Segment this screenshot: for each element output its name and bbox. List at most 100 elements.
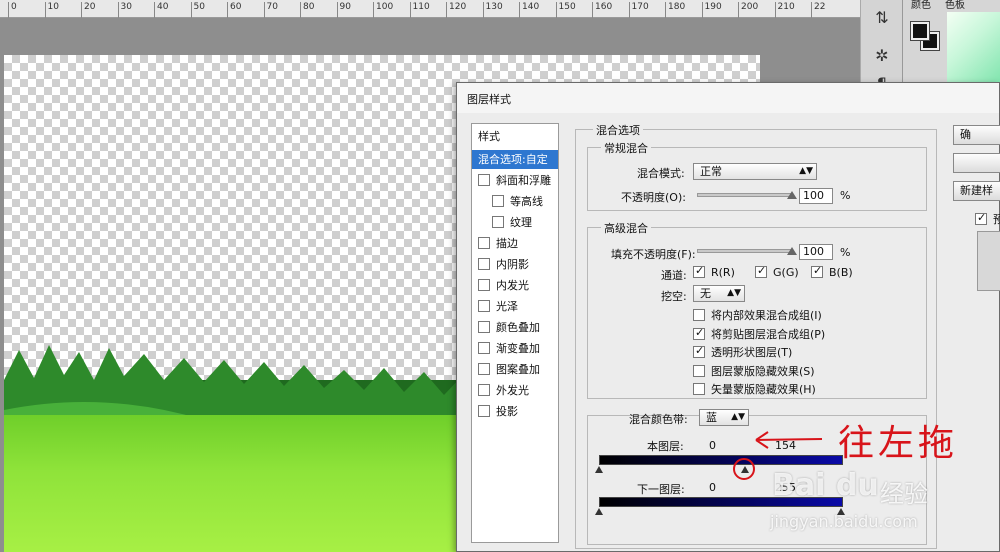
this-layer-label: 本图层:	[647, 440, 684, 453]
underlying-layer-label: 下一图层:	[637, 483, 685, 496]
chevron-down-icon: ▲▼	[731, 412, 745, 422]
knockout-label: 挖空:	[661, 290, 687, 303]
preview-checkbox[interactable]: 预	[975, 211, 1000, 227]
style-item-label: 图案叠加	[496, 363, 540, 376]
color-spectrum[interactable]	[947, 12, 1000, 90]
style-item-label: 光泽	[496, 300, 518, 313]
style-item[interactable]: 纹理	[472, 213, 558, 232]
channels-label: 通道:	[661, 269, 687, 282]
style-item-label: 渐变叠加	[496, 342, 540, 355]
this-layer-min-value: 0	[709, 439, 716, 452]
style-item-checkbox[interactable]	[478, 363, 490, 375]
style-item[interactable]: 渐变叠加	[472, 339, 558, 358]
foreground-color-swatch[interactable]	[910, 21, 930, 41]
style-item-checkbox[interactable]	[478, 405, 490, 417]
fill-opacity-unit: %	[840, 246, 851, 259]
general-blending-title: 常规混合	[601, 140, 651, 156]
fill-opacity-label: 填充不透明度(F):	[611, 248, 696, 261]
ruler-tick-label: 200	[738, 2, 758, 18]
ruler-tick-label: 70	[263, 2, 278, 18]
style-item-checkbox[interactable]	[478, 300, 490, 312]
watermark-jingyan-text: 经验	[880, 480, 928, 508]
ruler-tick-label: 30	[117, 2, 132, 18]
style-item-checkbox[interactable]	[478, 258, 490, 270]
ruler-tick-label: 22	[811, 2, 825, 18]
style-item-checkbox[interactable]	[478, 174, 490, 186]
style-item[interactable]: 外发光	[472, 381, 558, 400]
chevron-down-icon: ▲▼	[799, 166, 813, 176]
style-item[interactable]: 内发光	[472, 276, 558, 295]
tab-swatches[interactable]: 色板	[941, 0, 969, 11]
ruler-tick-label: 110	[409, 2, 430, 18]
advanced-option-checkbox[interactable]: 矢量蒙版隐藏效果(H)	[693, 381, 816, 397]
style-item[interactable]: 等高线	[472, 192, 558, 211]
style-item[interactable]: 颜色叠加	[472, 318, 558, 337]
style-item[interactable]: 光泽	[472, 297, 558, 316]
style-item-checkbox[interactable]	[478, 342, 490, 354]
opacity-input[interactable]: 100	[799, 188, 833, 204]
style-item[interactable]: 混合选项:自定	[472, 150, 558, 169]
ruler-tick-label: 50	[190, 2, 205, 18]
style-item[interactable]: 内阴影	[472, 255, 558, 274]
annotation-circle	[733, 458, 755, 480]
this-layer-black-stop[interactable]	[595, 466, 603, 473]
advanced-blending-title: 高级混合	[601, 220, 651, 236]
ruler-tick-label: 140	[519, 2, 539, 18]
underlying-black-stop[interactable]	[595, 508, 603, 515]
style-item-label: 混合选项:自定	[478, 153, 548, 166]
ruler-tick-label: 20	[81, 2, 95, 18]
opacity-label: 不透明度(O):	[621, 191, 686, 204]
style-item[interactable]: 投影	[472, 402, 558, 421]
ruler-tick-label: 150	[555, 2, 576, 18]
blend-if-channel-select[interactable]: 蓝 ▲▼	[699, 409, 749, 426]
ok-button[interactable]: 确	[953, 125, 1000, 145]
style-item[interactable]: 图案叠加	[472, 360, 558, 379]
opacity-slider-thumb[interactable]	[787, 191, 797, 199]
cancel-button[interactable]	[953, 153, 1000, 173]
style-item-label: 纹理	[510, 216, 532, 229]
style-item-label: 外发光	[496, 384, 529, 397]
blend-if-label: 混合颜色带:	[629, 413, 688, 426]
style-item-checkbox[interactable]	[478, 321, 490, 333]
ruler-tick-label: 100	[373, 2, 393, 18]
channel-r-checkbox[interactable]: R(R)	[693, 264, 735, 279]
style-item[interactable]: 斜面和浮雕	[472, 171, 558, 190]
style-item-label: 投影	[496, 405, 518, 418]
advanced-option-checkbox[interactable]: 将内部效果混合成组(I)	[693, 307, 822, 323]
ruler-tick-label: 90	[336, 2, 351, 18]
style-item-label: 描边	[496, 237, 518, 250]
layers-icon[interactable]: ⇅	[869, 8, 895, 30]
fill-opacity-slider-thumb[interactable]	[787, 247, 797, 255]
channel-g-checkbox[interactable]: G(G)	[755, 264, 799, 279]
ruler-tick-label: 160	[592, 2, 612, 18]
style-item-label: 颜色叠加	[496, 321, 540, 334]
tab-color[interactable]: 颜色	[907, 0, 935, 11]
advanced-option-checkbox[interactable]: 透明形状图层(T)	[693, 344, 792, 360]
fill-opacity-slider[interactable]	[697, 249, 793, 253]
style-item-checkbox[interactable]	[478, 279, 490, 291]
new-style-button[interactable]: 新建样	[953, 181, 1000, 201]
fill-opacity-input[interactable]: 100	[799, 244, 833, 260]
blend-mode-label: 混合模式:	[637, 167, 685, 180]
blend-mode-select[interactable]: 正常 ▲▼	[693, 163, 817, 180]
style-item-checkbox[interactable]	[492, 216, 504, 228]
style-item-label: 内阴影	[496, 258, 529, 271]
style-item-checkbox[interactable]	[492, 195, 504, 207]
advanced-option-checkbox[interactable]: 将剪贴图层混合成组(P)	[693, 326, 825, 342]
underlying-min-value: 0	[709, 481, 716, 494]
style-item-checkbox[interactable]	[478, 237, 490, 249]
watermark-url: jingyan.baidu.com	[770, 512, 918, 531]
style-item[interactable]: 描边	[472, 234, 558, 253]
opacity-slider[interactable]	[697, 193, 793, 197]
dialog-title: 图层样式	[457, 83, 999, 113]
ruler-tick-label: 190	[701, 2, 722, 18]
channel-b-checkbox[interactable]: B(B)	[811, 264, 853, 279]
style-item-label: 内发光	[496, 279, 529, 292]
settings-icon[interactable]: ✲	[869, 46, 895, 68]
style-item-checkbox[interactable]	[478, 384, 490, 396]
ruler-tick-label: 210	[774, 2, 795, 18]
knockout-select[interactable]: 无 ▲▼	[693, 285, 745, 302]
styles-list: 样式 混合选项:自定 斜面和浮雕 等高线 纹理 描边 内阴影 内发光 光泽 颜色叠加 渐变叠加 图案…	[471, 123, 559, 543]
advanced-option-checkbox[interactable]: 图层蒙版隐藏效果(S)	[693, 363, 815, 379]
blend-options-title: 混合选项	[593, 122, 643, 138]
